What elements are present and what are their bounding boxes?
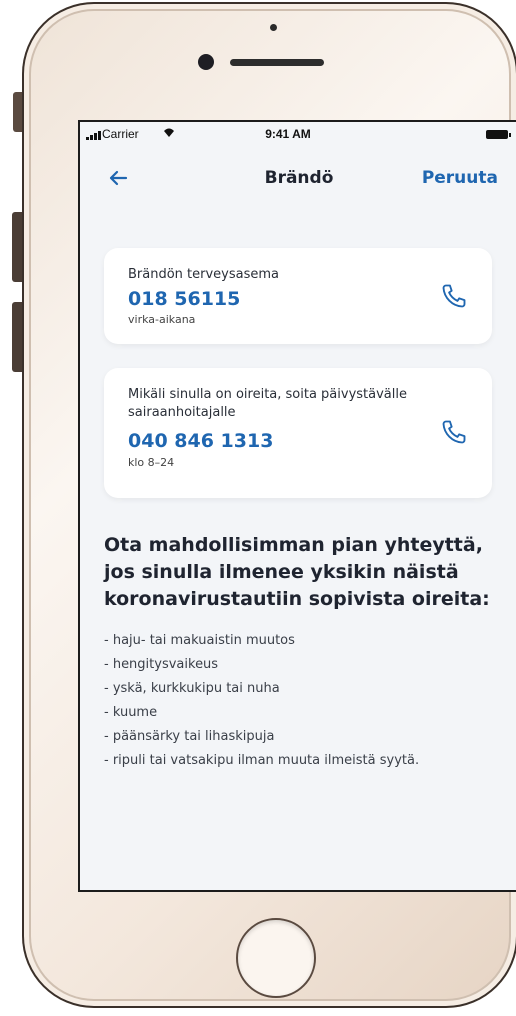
volume-up-button xyxy=(12,212,22,282)
proximity-sensor xyxy=(270,24,277,31)
contact-phone-number[interactable]: 040 846 1313 xyxy=(128,430,273,452)
navigation-bar: Brändö Peruuta xyxy=(80,160,516,200)
front-camera xyxy=(198,54,214,70)
earpiece-speaker xyxy=(230,59,324,66)
list-item: - kuume xyxy=(104,705,158,720)
phone-icon[interactable] xyxy=(440,418,468,446)
symptoms-heading: Ota mahdollisimman pian yhteyttä, jos si… xyxy=(104,534,490,610)
home-button[interactable] xyxy=(236,918,316,998)
volume-down-button xyxy=(12,302,22,372)
list-item: - haju- tai makuaistin muutos xyxy=(104,633,295,648)
app-screen: Carrier 9:41 AM Brändö Peruuta Brändön t… xyxy=(78,120,516,892)
list-item: - ripuli tai vatsakipu ilman muuta ilmei… xyxy=(104,753,420,768)
contact-hours-note: klo 8–24 xyxy=(128,456,175,469)
phone-icon[interactable] xyxy=(440,282,468,310)
list-item: - hengitysvaikeus xyxy=(104,657,219,672)
phone-frame: Carrier 9:41 AM Brändö Peruuta Brändön t… xyxy=(12,2,516,1008)
list-item: - yskä, kurkkukipu tai nuha xyxy=(104,681,280,696)
battery-icon xyxy=(486,130,511,139)
list-item: - päänsärky tai lihaskipuja xyxy=(104,729,275,744)
contact-card-on-call-nurse: Mikäli sinulla on oireita, soita päivyst… xyxy=(104,368,492,498)
status-bar: Carrier 9:41 AM xyxy=(80,122,516,148)
contact-phone-number[interactable]: 018 56115 xyxy=(128,288,240,310)
cancel-button[interactable]: Peruuta xyxy=(422,168,498,188)
contact-card-health-station: Brändön terveysasema 018 56115 virka-aik… xyxy=(104,248,492,344)
status-time: 9:41 AM xyxy=(265,127,311,141)
contact-label: Brändön terveysasema xyxy=(128,267,280,282)
contact-hours-note: virka-aikana xyxy=(128,313,196,326)
symptoms-list: - haju- tai makuaistin muutos - hengitys… xyxy=(104,632,504,776)
contact-label: Mikäli sinulla on oireita, soita päivyst… xyxy=(128,387,407,420)
